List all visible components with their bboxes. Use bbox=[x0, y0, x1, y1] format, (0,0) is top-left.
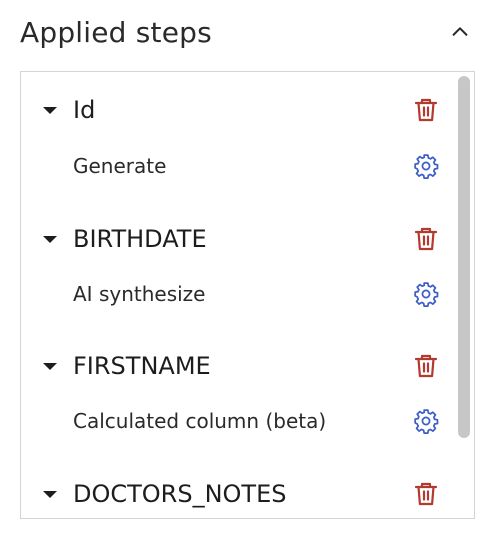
step-settings-button[interactable] bbox=[413, 407, 439, 435]
step-row-id: Id bbox=[21, 90, 451, 130]
applied-steps-header: Applied steps bbox=[20, 10, 475, 54]
caret-down-icon[interactable] bbox=[42, 231, 58, 247]
delete-step-button[interactable] bbox=[413, 225, 439, 253]
delete-step-button[interactable] bbox=[413, 352, 439, 380]
step-settings-button[interactable] bbox=[413, 280, 439, 308]
collapse-button[interactable] bbox=[445, 17, 475, 47]
caret-down-icon[interactable] bbox=[42, 358, 58, 374]
step-column-name: BIRTHDATE bbox=[73, 225, 207, 253]
delete-step-button[interactable] bbox=[413, 480, 439, 508]
gear-icon bbox=[414, 409, 439, 434]
step-column-name: FIRSTNAME bbox=[73, 352, 211, 380]
step-row-firstname: FIRSTNAME bbox=[21, 346, 451, 386]
step-transform-label: AI synthesize bbox=[73, 282, 206, 306]
trash-icon bbox=[414, 227, 438, 251]
step-settings-button[interactable] bbox=[413, 152, 439, 180]
step-transform-row: Calculated column (beta) bbox=[21, 401, 451, 441]
chevron-up-icon bbox=[452, 27, 468, 36]
step-column-name: DOCTORS_NOTES bbox=[73, 480, 287, 508]
trash-icon bbox=[414, 354, 438, 378]
step-row-birthdate: BIRTHDATE bbox=[21, 219, 451, 259]
applied-steps-list: Id Generate BIRTHDATE AI synthesize FIRS… bbox=[20, 71, 475, 519]
step-column-name: Id bbox=[73, 96, 96, 124]
step-transform-label: Calculated column (beta) bbox=[73, 409, 327, 433]
gear-icon bbox=[414, 282, 439, 307]
step-transform-row: AI synthesize bbox=[21, 274, 451, 314]
trash-icon bbox=[414, 482, 438, 506]
step-transform-label: Generate bbox=[73, 154, 167, 178]
scrollbar-thumb[interactable] bbox=[458, 76, 470, 438]
scrollbar[interactable] bbox=[454, 72, 474, 518]
caret-down-icon[interactable] bbox=[42, 102, 58, 118]
gear-icon bbox=[414, 154, 439, 179]
trash-icon bbox=[414, 98, 438, 122]
step-transform-row: Generate bbox=[21, 146, 451, 186]
step-row-doctors-notes: DOCTORS_NOTES bbox=[21, 474, 451, 514]
delete-step-button[interactable] bbox=[413, 96, 439, 124]
caret-down-icon[interactable] bbox=[42, 486, 58, 502]
panel-title: Applied steps bbox=[20, 15, 212, 49]
